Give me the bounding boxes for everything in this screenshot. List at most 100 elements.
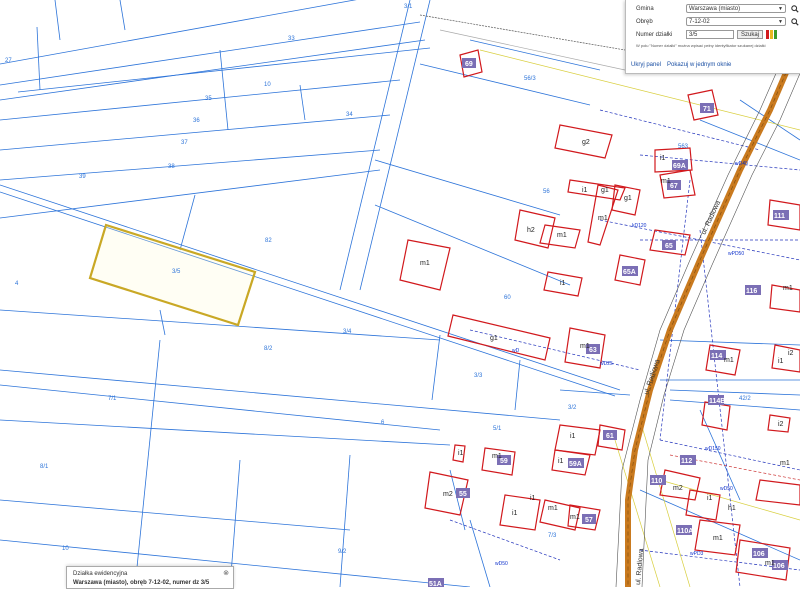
svg-text:71: 71 [703,106,711,113]
svg-text:m1: m1 [765,560,775,567]
svg-text:106: 106 [773,563,785,570]
status-yellow [770,30,774,39]
status-green [774,30,778,39]
svg-text:wPD50: wPD50 [728,251,744,257]
svg-text:56/3: 56/3 [524,76,536,82]
svg-text:i1: i1 [582,187,588,194]
svg-text:3/2: 3/2 [568,405,577,411]
search-panel: Gmina Warszawa (miasto) ▼ Obręb 7-12-02 … [625,0,800,74]
svg-text:wD50: wD50 [495,561,508,567]
svg-text:m1: m1 [570,514,580,521]
svg-text:10: 10 [264,82,271,88]
svg-text:i1: i1 [530,495,536,502]
chevron-down-icon: ▼ [778,18,783,25]
search-icon[interactable] [790,17,799,26]
svg-text:i2: i2 [788,350,794,357]
svg-text:69: 69 [465,61,473,68]
svg-text:m2: m2 [673,485,683,492]
svg-text:m2: m2 [443,491,453,498]
svg-text:m1: m1 [580,343,590,350]
close-icon[interactable]: ⊗ [223,569,229,577]
svg-text:39: 39 [79,174,86,180]
obreb-row: Obręb 7-12-02 ▼ [630,16,799,27]
info-title: Działka ewidencyjna [73,571,128,577]
svg-text:wPD3: wPD3 [690,551,704,557]
obreb-label: Obręb [636,18,653,25]
chevron-down-icon: ▼ [778,5,783,12]
svg-text:51A: 51A [429,581,442,587]
svg-text:m1: m1 [598,215,608,222]
svg-text:i1: i1 [570,433,576,440]
svg-text:i1: i1 [458,450,464,457]
svg-text:60: 60 [504,295,511,301]
svg-text:38: 38 [168,164,175,170]
svg-text:i1: i1 [512,510,518,517]
svg-text:m1: m1 [713,535,723,542]
svg-text:m1: m1 [780,460,790,467]
svg-text:3/4: 3/4 [343,329,352,335]
svg-text:i1: i1 [707,495,713,502]
search-button[interactable]: Szukaj [737,30,764,39]
svg-text:114B: 114B [709,398,725,405]
gmina-row: Gmina Warszawa (miasto) ▼ [630,3,799,14]
svg-text:i1: i1 [560,280,566,287]
svg-text:7/1: 7/1 [108,396,117,402]
search-hint: W polu "Numer działki" można wpisać pełn… [636,43,766,48]
svg-text:69A: 69A [673,163,686,170]
svg-text:67: 67 [670,183,678,190]
hide-panel-link[interactable]: Ukryj panel [631,62,661,68]
svg-text:57: 57 [585,517,593,524]
svg-text:114: 114 [711,353,722,360]
svg-text:m1: m1 [661,178,671,185]
svg-text:59A: 59A [569,461,582,468]
info-body: Warszawa (miasto), obręb 7-12-02, numer … [73,580,210,586]
svg-text:kD120: kD120 [632,223,647,229]
svg-text:g1: g1 [601,187,609,194]
svg-text:563: 563 [678,144,689,150]
svg-text:i1: i1 [660,155,666,162]
svg-text:m1: m1 [548,505,558,512]
obreb-select[interactable]: 7-12-02 ▼ [686,17,786,26]
svg-text:wD25: wD25 [600,361,613,367]
svg-text:27: 27 [5,58,12,64]
svg-text:65A: 65A [623,269,636,276]
svg-text:56: 56 [543,189,550,195]
svg-text:36: 36 [193,118,200,124]
gmina-select[interactable]: Warszawa (miasto) ▼ [686,4,786,13]
svg-text:i2: i2 [778,421,784,428]
gmina-value: Warszawa (miasto) [689,5,741,12]
svg-text:110A: 110A [677,528,693,535]
svg-text:82: 82 [265,238,272,244]
parcel-info-box: Działka ewidencyjna Warszawa (miasto), o… [66,566,234,589]
svg-text:g2: g2 [582,139,590,146]
svg-text:8/2: 8/2 [264,346,273,352]
svg-text:h1: h1 [728,505,736,512]
svg-text:m1: m1 [492,453,502,460]
svg-text:55: 55 [459,491,467,498]
search-icon[interactable] [790,4,799,13]
svg-text:3/3: 3/3 [474,373,483,379]
svg-text:110: 110 [651,478,662,485]
svg-text:9/2: 9/2 [338,549,347,555]
svg-text:8/1: 8/1 [40,464,49,470]
svg-text:h2: h2 [527,227,535,234]
svg-text:3/1: 3/1 [404,4,413,10]
obreb-value: 7-12-02 [689,18,710,25]
svg-text:63: 63 [589,347,597,354]
parcel-number-input[interactable]: 3/5 [686,30,734,39]
svg-text:m1: m1 [557,232,567,239]
svg-text:g1: g1 [490,335,498,342]
cadastral-map[interactable]: ul. Radiowa ul. Radiowa ul. Radiowa 69 7… [0,0,800,587]
single-window-link[interactable]: Pokazuj w jednym oknie [667,62,731,68]
numer-label: Numer działki [636,31,673,38]
svg-text:wD40: wD40 [735,161,748,167]
numer-row: Numer działki 3/5 Szukaj [630,29,778,40]
svg-text:34: 34 [346,112,353,118]
svg-text:wD150: wD150 [705,446,721,452]
svg-text:61: 61 [606,433,614,440]
svg-text:7/3: 7/3 [548,533,557,539]
svg-text:35: 35 [205,96,212,102]
status-red [766,30,770,39]
svg-text:112: 112 [681,458,692,465]
svg-text:m1: m1 [783,285,793,292]
